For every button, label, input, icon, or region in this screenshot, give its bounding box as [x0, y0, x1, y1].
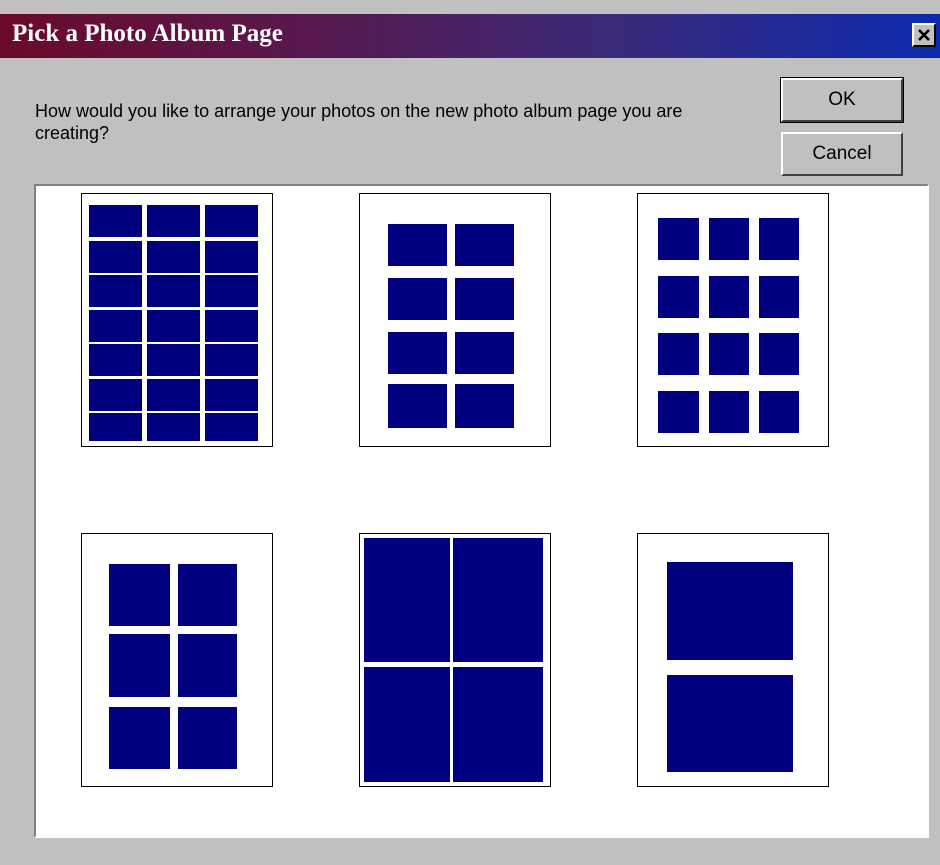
photo-placeholder — [709, 333, 749, 375]
photo-placeholder — [658, 333, 699, 375]
photo-placeholder — [89, 275, 142, 307]
photo-placeholder — [667, 675, 793, 772]
layout-option-21-photos[interactable] — [81, 193, 273, 447]
photo-placeholder — [147, 379, 200, 411]
photo-placeholder — [455, 332, 514, 374]
photo-placeholder — [205, 241, 258, 273]
prompt-text: How would you like to arrange your photo… — [35, 101, 683, 143]
photo-album-dialog: Pick a Photo Album Page How would you li… — [0, 0, 940, 865]
photo-placeholder — [178, 634, 237, 697]
photo-placeholder — [667, 562, 793, 660]
photo-placeholder — [364, 538, 450, 662]
photo-placeholder — [388, 384, 447, 428]
photo-placeholder — [178, 707, 237, 769]
photo-placeholder — [205, 275, 258, 307]
photo-placeholder — [205, 310, 258, 342]
layout-option-4-photos[interactable] — [359, 533, 551, 787]
photo-placeholder — [453, 667, 543, 782]
photo-placeholder — [147, 310, 200, 342]
photo-placeholder — [709, 391, 749, 433]
photo-placeholder — [709, 276, 749, 318]
photo-placeholder — [364, 667, 450, 782]
photo-placeholder — [89, 205, 142, 237]
cancel-button[interactable]: Cancel — [781, 132, 903, 176]
photo-placeholder — [147, 344, 200, 376]
layout-option-6-photos[interactable] — [81, 533, 273, 787]
photo-placeholder — [658, 276, 699, 318]
photo-placeholder — [759, 218, 799, 260]
photo-placeholder — [759, 391, 799, 433]
title-bar[interactable]: Pick a Photo Album Page — [0, 14, 940, 58]
photo-placeholder — [759, 333, 799, 375]
photo-placeholder — [388, 332, 447, 374]
photo-placeholder — [709, 218, 749, 260]
photo-placeholder — [89, 241, 142, 273]
photo-placeholder — [388, 224, 447, 266]
layout-picker — [34, 184, 929, 838]
close-button[interactable] — [912, 23, 936, 47]
photo-placeholder — [205, 205, 258, 237]
photo-placeholder — [455, 278, 514, 320]
layout-option-12-photos[interactable] — [637, 193, 829, 447]
photo-placeholder — [205, 413, 258, 441]
photo-placeholder — [205, 379, 258, 411]
photo-placeholder — [658, 391, 699, 433]
ok-button[interactable]: OK — [780, 77, 904, 123]
photo-placeholder — [178, 564, 237, 626]
close-icon — [918, 29, 930, 41]
photo-placeholder — [147, 275, 200, 307]
layout-option-2-photos[interactable] — [637, 533, 829, 787]
photo-placeholder — [658, 218, 699, 260]
dialog-title: Pick a Photo Album Page — [12, 20, 283, 47]
photo-placeholder — [147, 241, 200, 273]
photo-placeholder — [89, 344, 142, 376]
photo-placeholder — [147, 205, 200, 237]
photo-placeholder — [388, 278, 447, 320]
photo-placeholder — [147, 413, 200, 441]
photo-placeholder — [205, 344, 258, 376]
photo-placeholder — [109, 564, 170, 626]
photo-placeholder — [109, 707, 170, 769]
layout-option-8-photos[interactable] — [359, 193, 551, 447]
photo-placeholder — [455, 224, 514, 266]
photo-placeholder — [89, 413, 142, 441]
photo-placeholder — [455, 384, 514, 428]
photo-placeholder — [89, 379, 142, 411]
photo-placeholder — [759, 276, 799, 318]
photo-placeholder — [89, 310, 142, 342]
photo-placeholder — [453, 538, 543, 662]
photo-placeholder — [109, 634, 170, 697]
